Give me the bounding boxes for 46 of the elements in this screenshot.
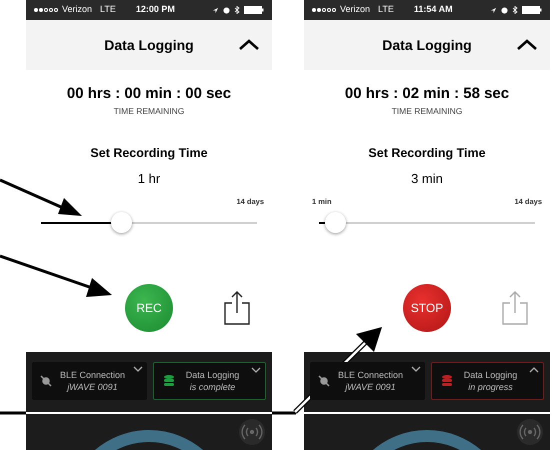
recording-title: Set Recording Time (368, 144, 486, 162)
broadcast-icon[interactable] (516, 418, 544, 446)
logging-status: in progress (468, 381, 513, 393)
timer-label: TIME REMAINING (392, 105, 462, 118)
timer-value: 00 hrs : 02 min : 58 sec (344, 86, 510, 101)
ble-connection-card[interactable]: BLE Connection jWAVE 0091 (310, 362, 425, 400)
bluetooth-icon (234, 6, 240, 14)
time-label: 12:00 PM (136, 3, 175, 16)
location-arrow-icon (490, 6, 497, 14)
slider-thumb[interactable] (111, 212, 132, 234)
slider-thumb[interactable] (324, 212, 346, 234)
ble-title: BLE Connection (338, 369, 404, 381)
data-logging-card[interactable]: Data Logging is complete (153, 362, 266, 400)
recording-value: 1 hr (138, 170, 160, 188)
time-label: 11:54 AM (414, 3, 453, 16)
record-button[interactable]: STOP (403, 284, 451, 332)
logging-title: Data Logging (464, 369, 518, 381)
ble-title: BLE Connection (60, 369, 126, 381)
logging-status: is complete (190, 381, 236, 393)
ble-connection-card[interactable]: BLE Connection jWAVE 0091 (32, 362, 147, 400)
signal-dots-icon (312, 8, 336, 12)
ble-device: jWAVE 0091 (67, 381, 118, 393)
bluetooth-icon (512, 6, 518, 14)
broadcast-icon[interactable] (238, 418, 266, 446)
plug-disconnected-icon (40, 375, 52, 387)
logging-title: Data Logging (186, 369, 240, 381)
data-logging-card[interactable]: Data Logging in progress (431, 362, 544, 400)
header-title: Data Logging (382, 36, 472, 55)
share-icon[interactable] (224, 291, 250, 326)
header-title: Data Logging (104, 36, 194, 55)
recording-value: 3 min (411, 170, 443, 188)
timer-value: 00 hrs : 00 min : 00 sec (66, 86, 232, 101)
carrier-label: Verizon (340, 3, 370, 16)
timer-label: TIME REMAINING (114, 105, 184, 118)
carrier-label: Verizon (62, 3, 92, 16)
battery-icon (522, 6, 542, 14)
network-label: LTE (100, 3, 116, 16)
chevron-up-icon[interactable] (516, 39, 538, 51)
plug-disconnected-icon (318, 375, 330, 387)
recording-title: Set Recording Time (90, 144, 208, 162)
network-label: LTE (378, 3, 394, 16)
signal-dots-icon (34, 8, 58, 12)
ble-device: jWAVE 0091 (345, 381, 396, 393)
location-arrow-icon (212, 6, 219, 14)
chevron-up-icon[interactable] (238, 39, 260, 51)
battery-icon (244, 6, 264, 14)
